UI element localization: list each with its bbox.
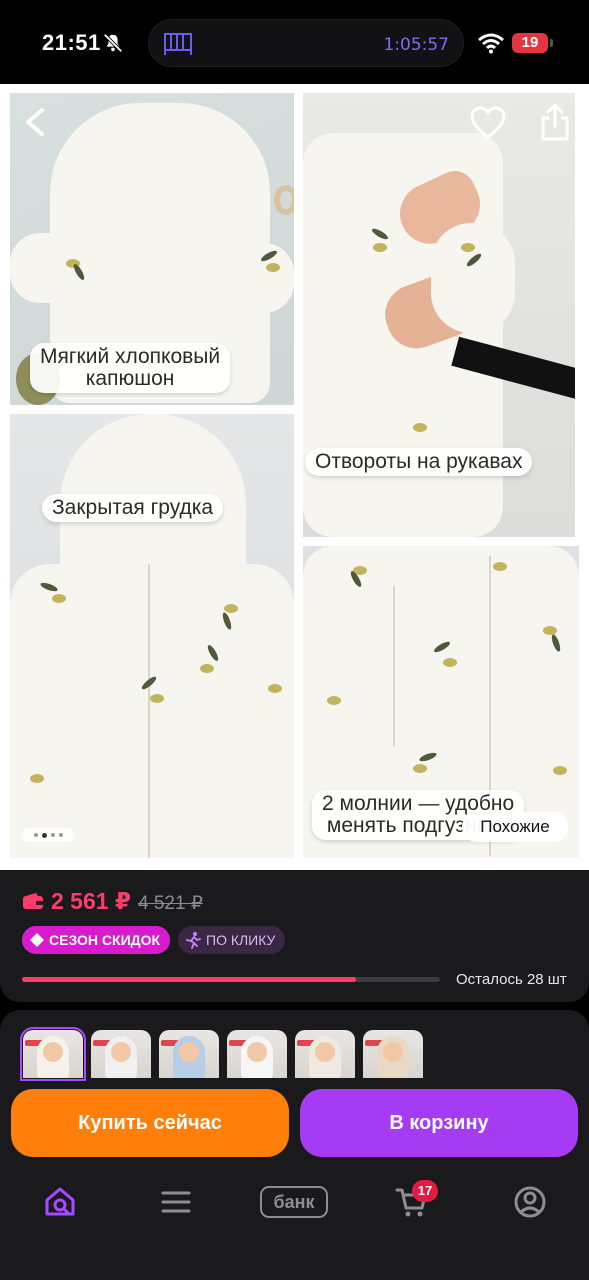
page-dot bbox=[58, 833, 63, 837]
profile-icon[interactable] bbox=[512, 1184, 548, 1220]
battery-cap bbox=[550, 39, 553, 47]
wifi-icon bbox=[478, 33, 504, 54]
variant-thumb[interactable] bbox=[91, 1030, 151, 1078]
bell-off-icon bbox=[103, 33, 123, 53]
add-to-cart-button[interactable]: В корзину bbox=[300, 1089, 578, 1157]
home-search-icon[interactable] bbox=[42, 1184, 78, 1220]
thumb-baby-face bbox=[315, 1042, 335, 1062]
olive-print bbox=[224, 604, 238, 613]
thumb-baby-face bbox=[111, 1042, 131, 1062]
island-timer: 1:05:57 bbox=[383, 35, 449, 55]
gallery-page-indicator bbox=[22, 828, 74, 842]
gallery-photo-chest[interactable] bbox=[10, 414, 294, 858]
thumb-baby-face bbox=[179, 1042, 199, 1062]
page-dot bbox=[33, 833, 38, 837]
olive-print bbox=[413, 423, 427, 432]
cuff-fold bbox=[431, 223, 515, 333]
status-time: 21:51 bbox=[42, 30, 101, 55]
page-dot-active bbox=[41, 832, 47, 838]
crib-icon bbox=[164, 33, 192, 55]
buy-now-button[interactable]: Купить сейчас bbox=[11, 1089, 289, 1157]
stock-progress-fill bbox=[22, 977, 357, 982]
variant-thumb[interactable] bbox=[363, 1030, 423, 1078]
olive-print bbox=[461, 243, 475, 252]
catalog-menu-icon[interactable] bbox=[158, 1184, 194, 1220]
current-price: 2 561 ₽ bbox=[51, 888, 131, 914]
zipper-line bbox=[148, 564, 150, 858]
share-icon[interactable] bbox=[538, 102, 572, 142]
dynamic-island[interactable]: 1:05:57 bbox=[148, 19, 464, 67]
season-sale-tag[interactable]: СЕЗОН СКИДОК bbox=[22, 926, 171, 954]
caption-chest: Закрытая грудка bbox=[42, 494, 224, 522]
olive-print bbox=[493, 562, 507, 571]
olive-print bbox=[200, 664, 214, 673]
product-gallery[interactable]: Мягкий хлопковый капюшон Отвороты на рук… bbox=[0, 84, 589, 870]
stock-remaining: Осталось 28 шт bbox=[456, 971, 567, 988]
olive-print bbox=[413, 764, 427, 773]
tag-icon bbox=[30, 933, 44, 947]
favorite-heart-icon[interactable] bbox=[470, 106, 506, 140]
olive-print bbox=[373, 243, 387, 252]
olive-print bbox=[553, 766, 567, 775]
wooden-ring-toy bbox=[274, 185, 294, 215]
olive-print bbox=[443, 658, 457, 667]
page-dot bbox=[50, 833, 55, 837]
thumb-baby-face bbox=[383, 1042, 403, 1062]
price-block: 2 561 ₽ 4 521 ₽ СЕЗОН СКИДОК ПО КЛИКУ Ос… bbox=[0, 870, 589, 1002]
status-bar: 21:51 1:05:57 19 bbox=[0, 0, 589, 84]
back-arrow-icon[interactable] bbox=[18, 104, 52, 140]
bank-tab[interactable]: банк bbox=[260, 1186, 328, 1218]
thumb-baby-face bbox=[43, 1042, 63, 1062]
olive-print bbox=[543, 626, 557, 635]
olive-print bbox=[268, 684, 282, 693]
olive-print bbox=[327, 696, 341, 705]
variant-thumb[interactable] bbox=[159, 1030, 219, 1078]
stock-progress-bar bbox=[22, 977, 440, 982]
one-click-tag[interactable]: ПО КЛИКУ bbox=[178, 926, 286, 954]
season-sale-label: СЕЗОН СКИДОК bbox=[49, 932, 161, 948]
olive-print bbox=[266, 263, 280, 272]
zipper-line bbox=[393, 586, 395, 746]
olive-print bbox=[52, 594, 66, 603]
olive-print bbox=[30, 774, 44, 783]
wallet-icon bbox=[23, 893, 43, 909]
caption-hood: Мягкий хлопковый капюшон bbox=[30, 343, 231, 393]
variant-thumb[interactable] bbox=[227, 1030, 287, 1078]
jumpsuit-sleeve bbox=[230, 243, 294, 313]
similar-button[interactable]: Похожие bbox=[462, 812, 568, 842]
jumpsuit-body bbox=[10, 564, 294, 858]
bottom-navigation: банк 17 bbox=[0, 1160, 589, 1280]
old-price: 4 521 ₽ bbox=[138, 893, 203, 914]
battery-indicator: 19 bbox=[512, 33, 548, 53]
running-man-icon bbox=[186, 932, 201, 949]
thumb-baby-face bbox=[247, 1042, 267, 1062]
one-click-label: ПО КЛИКУ bbox=[206, 932, 276, 948]
variant-thumb[interactable] bbox=[20, 1027, 86, 1081]
cart-count-badge: 17 bbox=[412, 1180, 438, 1202]
olive-print bbox=[150, 694, 164, 703]
variant-thumb[interactable] bbox=[295, 1030, 355, 1078]
caption-cuffs: Отвороты на рукавах bbox=[305, 448, 533, 476]
